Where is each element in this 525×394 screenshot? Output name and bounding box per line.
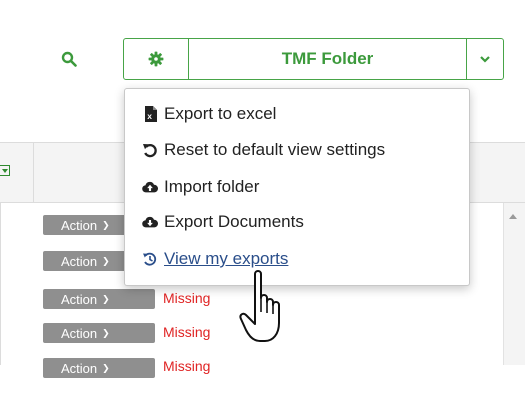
- history-icon: [142, 250, 158, 268]
- gear-icon: [148, 51, 164, 67]
- hand-cursor-icon: [239, 270, 280, 342]
- cloud-download-icon: [142, 213, 158, 231]
- dropdown-toggle-button[interactable]: [466, 39, 503, 79]
- table-row: Action ❯ Missing: [0, 358, 503, 394]
- chevron-down-icon: [480, 56, 490, 63]
- action-label: Action: [61, 253, 98, 269]
- status-text: Missing: [163, 358, 211, 374]
- status-text: Missing: [163, 290, 211, 306]
- search-icon: [61, 51, 77, 67]
- menu-item-label: Reset to default view settings: [164, 140, 386, 159]
- menu-item-label: Import folder: [164, 177, 260, 196]
- menu-item-import-folder[interactable]: Import folder: [142, 174, 259, 200]
- filter-icon[interactable]: [0, 165, 10, 176]
- action-button[interactable]: Action ❯: [43, 358, 155, 378]
- chevron-down-icon: ❯: [102, 327, 110, 338]
- cloud-upload-icon: [142, 178, 158, 196]
- menu-item-label: View my exports: [164, 249, 289, 268]
- menu-item-export-documents[interactable]: Export Documents: [142, 209, 304, 235]
- menu-item-label: Export Documents: [164, 212, 304, 231]
- tmf-folder-button[interactable]: TMF Folder: [189, 39, 466, 79]
- svg-text:x: x: [147, 111, 152, 121]
- action-label: Action: [61, 360, 98, 376]
- folder-actions-menu: x Export to excel Reset to default view …: [124, 88, 470, 286]
- action-button[interactable]: Action ❯: [43, 323, 155, 343]
- chevron-down-icon: ❯: [102, 362, 110, 373]
- action-label: Action: [61, 291, 98, 307]
- action-label: Action: [61, 217, 98, 233]
- excel-file-icon: x: [142, 105, 158, 123]
- chevron-down-icon: ❯: [102, 293, 110, 304]
- scroll-up-arrow-icon[interactable]: [509, 214, 517, 219]
- menu-item-reset-view[interactable]: Reset to default view settings: [142, 137, 385, 163]
- menu-item-label: Export to excel: [164, 104, 277, 123]
- chevron-down-icon: ❯: [102, 219, 110, 230]
- search-button[interactable]: [54, 44, 84, 74]
- status-text: Missing: [163, 324, 211, 340]
- undo-icon: [142, 141, 158, 159]
- action-button[interactable]: Action ❯: [43, 289, 155, 309]
- vertical-scrollbar[interactable]: [503, 203, 525, 365]
- action-label: Action: [61, 325, 98, 341]
- tmf-folder-button-group: TMF Folder: [123, 38, 504, 80]
- menu-item-export-excel[interactable]: x Export to excel: [142, 101, 276, 127]
- chevron-down-icon: ❯: [102, 255, 110, 266]
- column-divider: [33, 142, 34, 203]
- settings-button[interactable]: [124, 39, 189, 79]
